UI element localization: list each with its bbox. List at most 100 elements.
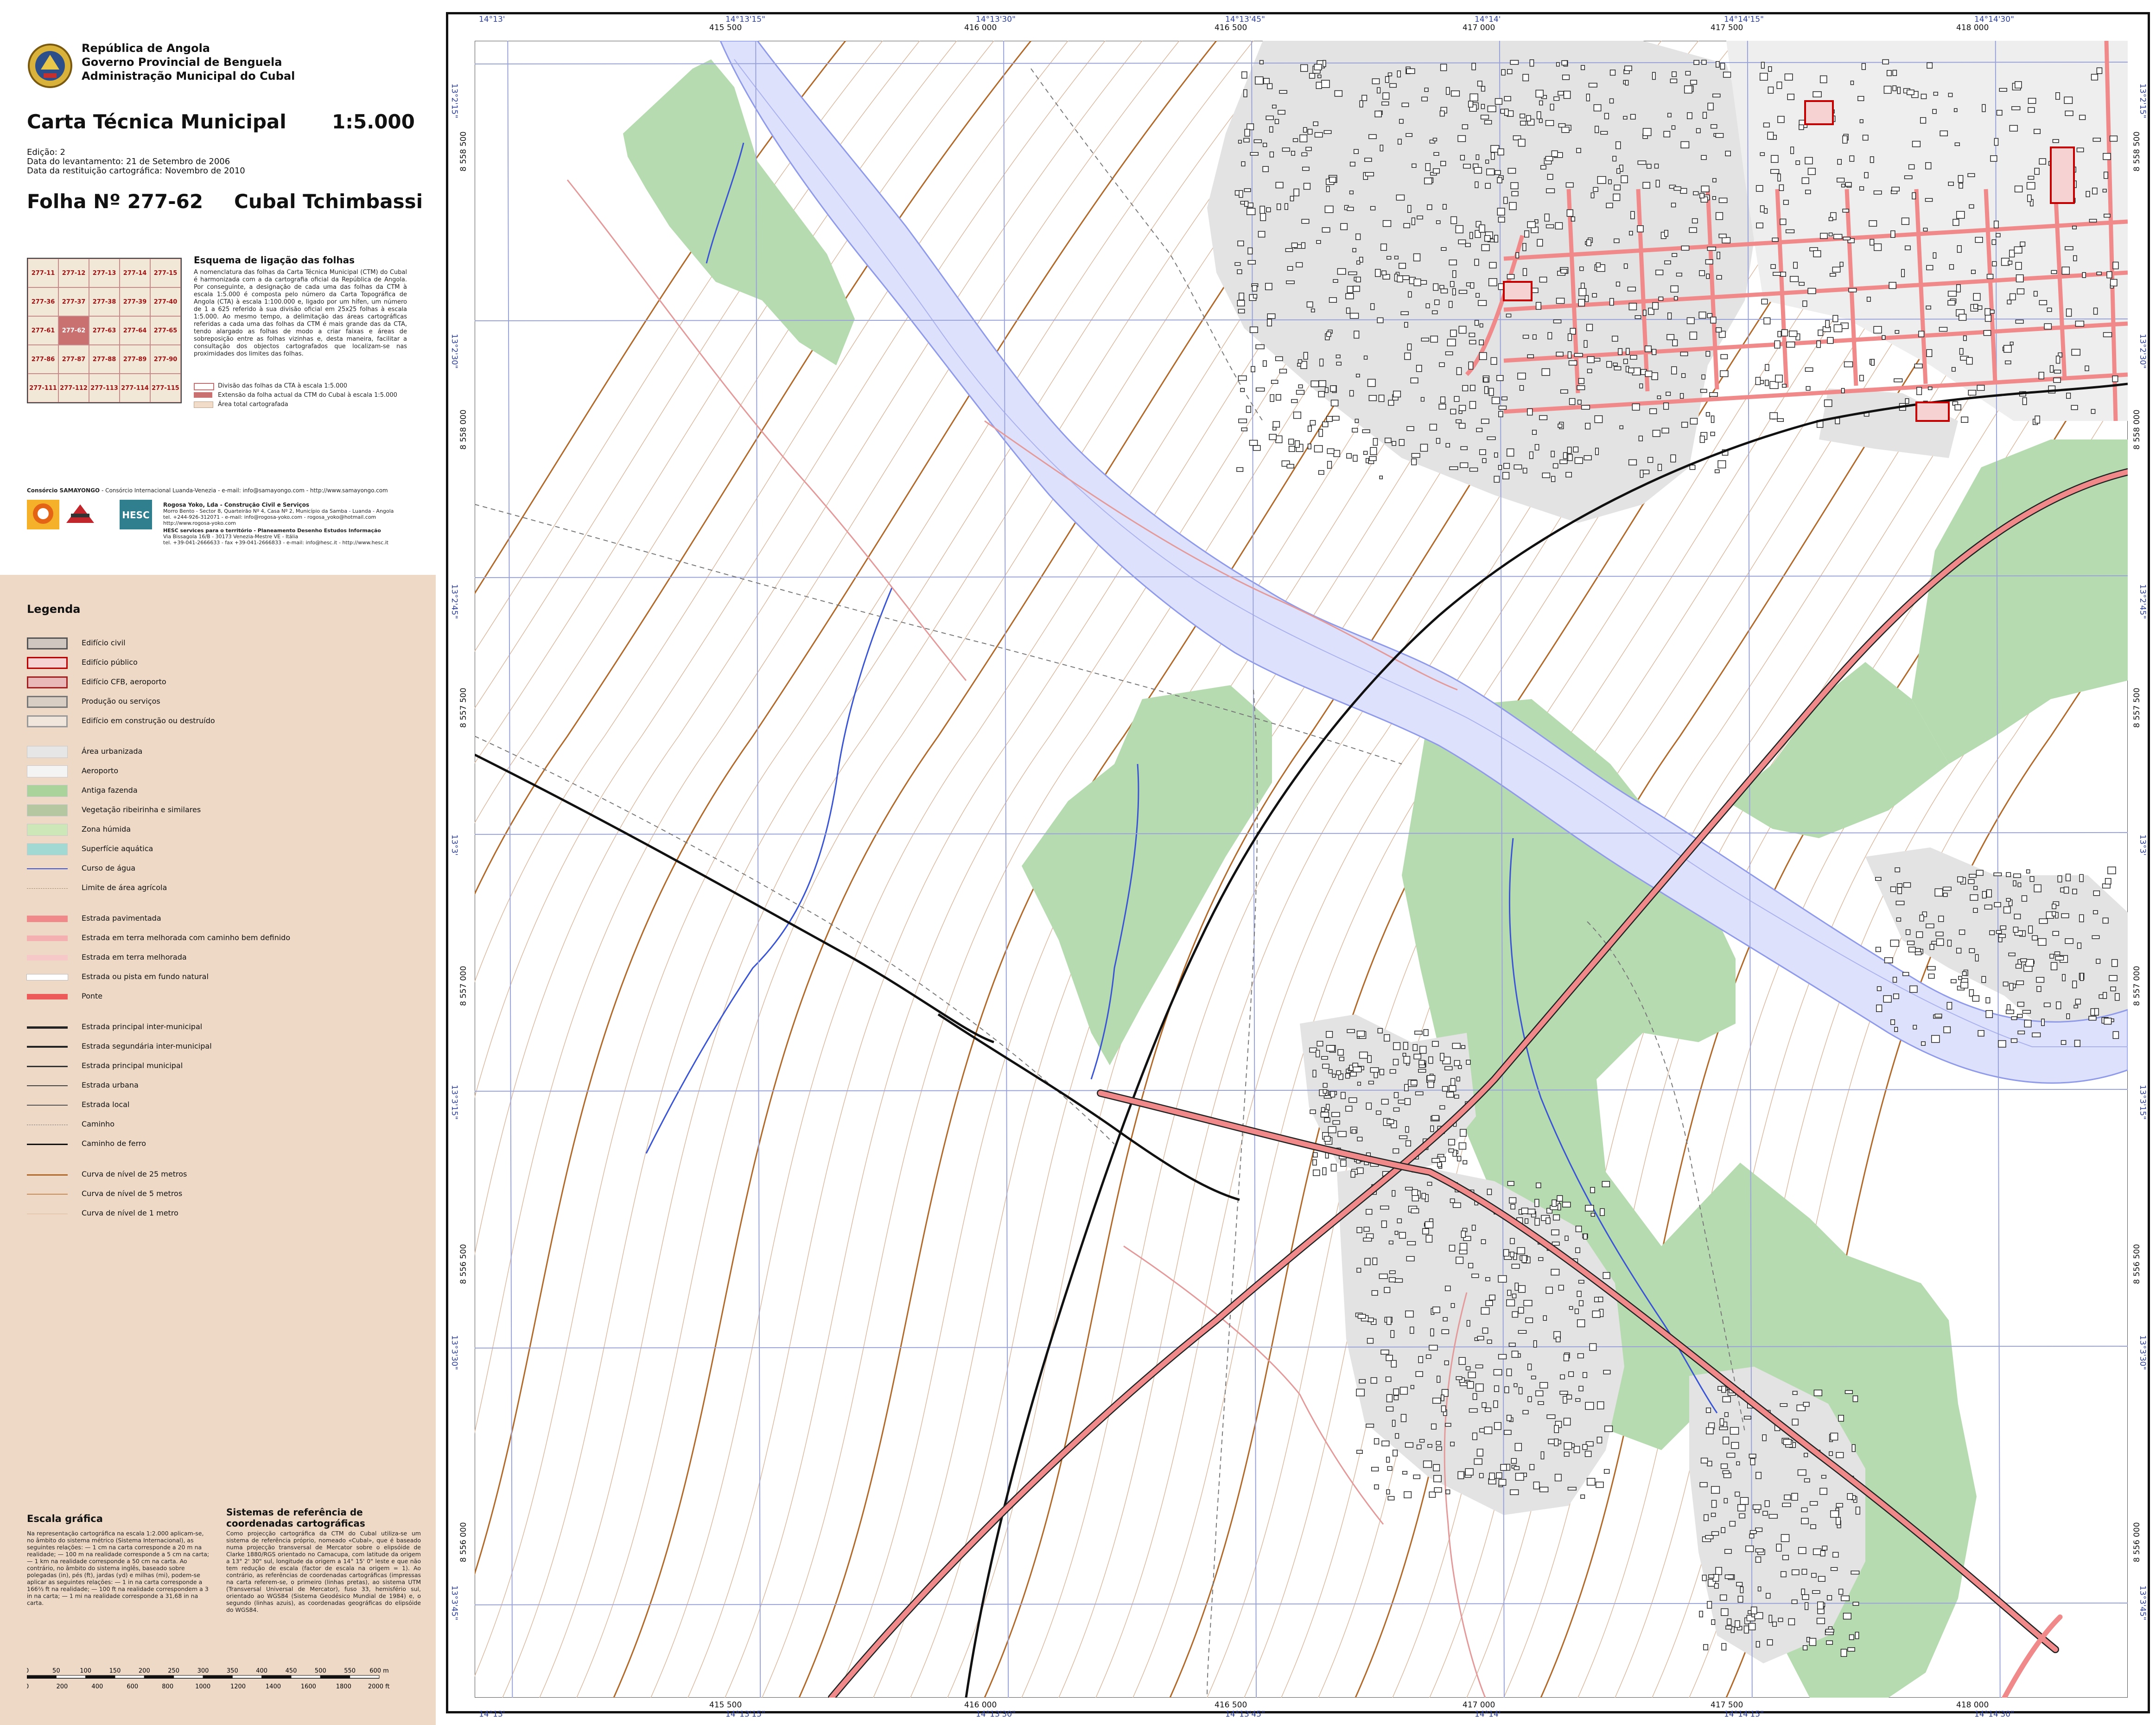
building [1403,1042,1408,1050]
building [1841,184,1845,188]
building [1510,1238,1515,1244]
legend-item: Vegetação ribeirinha e similares [27,804,426,819]
building [1462,124,1469,129]
building [1593,104,1602,112]
building [1958,175,1964,183]
building [1349,191,1354,195]
building [1234,262,1241,266]
building [1367,1318,1374,1322]
legend-item: Estrada principal inter-municipal [27,1021,426,1036]
building [1590,1213,1595,1217]
building [1276,203,1281,210]
legend-item: Ponte [27,991,426,1006]
building [1569,1306,1573,1310]
building [1726,1452,1736,1458]
building [1711,1619,1716,1625]
scale-tick-feet: 1800 [336,1683,351,1690]
building [1838,1415,1844,1422]
building [1594,415,1603,423]
sheet-index-cell: 277-113 [89,374,120,402]
building [1567,333,1572,341]
building [1561,60,1568,66]
building [1959,348,1964,355]
building [1337,1049,1344,1056]
building [1404,322,1408,328]
public-building [1804,100,1834,125]
building [1969,948,1975,953]
building [1842,135,1848,144]
building [1842,209,1849,213]
building [1755,1641,1760,1648]
building [1486,168,1495,176]
building [1916,931,1923,938]
building [1519,385,1524,391]
building [1573,1445,1580,1453]
building [1600,1208,1605,1216]
building [1587,369,1592,373]
legend-item: Superfície aquática [27,843,426,858]
building [1472,1432,1477,1440]
building [1566,209,1573,217]
building [1740,1497,1749,1505]
legend-label: Estrada urbana [82,1081,139,1089]
building [2055,92,2060,100]
building [2096,271,2102,275]
coordinate-label: 417 500 [1711,1700,1743,1710]
building [1446,1091,1454,1098]
building [1671,125,1676,130]
building [1805,367,1813,372]
building [1560,1374,1565,1380]
coordinate-label: 13°2'45" [450,584,459,619]
building [1714,469,1720,473]
building [1417,215,1423,220]
sheet-index-cell: 277-64 [120,316,150,345]
building [1701,185,1710,192]
building [1958,976,1962,980]
building [1386,256,1392,260]
building [1828,217,1833,221]
scale-tick-feet: 0 [27,1683,29,1690]
building [1757,1586,1762,1591]
coordinate-label: 416 500 [1215,1700,1247,1710]
legend-item: Estrada pavimentada [27,913,426,928]
building [1586,239,1591,246]
building [1380,145,1384,152]
building [1460,1129,1467,1137]
building [1613,193,1621,201]
building [1581,405,1590,410]
building [1267,313,1276,319]
building [1557,1195,1563,1202]
building [1954,142,1960,146]
building [1452,1043,1461,1049]
legend-label: Edifício público [82,658,138,667]
building [1370,303,1375,310]
building [2075,999,2081,1005]
building [1287,266,1293,271]
legend-label: Estrada principal inter-municipal [82,1022,203,1031]
building [1306,301,1313,308]
building [1908,947,1916,953]
building [1508,1343,1516,1347]
building [1866,297,1871,302]
building [1474,167,1482,174]
legend-item: Antiga fazenda [27,785,426,800]
building [1307,443,1311,450]
building [1782,1555,1789,1560]
building [1407,1241,1416,1246]
building [1582,1444,1588,1450]
building [1651,372,1658,380]
rogosa-logo-icon [64,500,96,529]
info-panel: República de Angola Governo Provincial d… [0,0,436,1725]
building [1577,1291,1582,1297]
building [1750,1458,1755,1465]
building [1892,85,1897,91]
building [1240,388,1245,392]
legend-label: Área urbanizada [82,747,143,756]
building [1450,1303,1455,1308]
building [1533,1481,1540,1489]
building [1556,298,1565,304]
building [2094,1008,2099,1016]
building [1711,1513,1716,1517]
building [1819,1488,1827,1495]
building [1724,1574,1734,1579]
